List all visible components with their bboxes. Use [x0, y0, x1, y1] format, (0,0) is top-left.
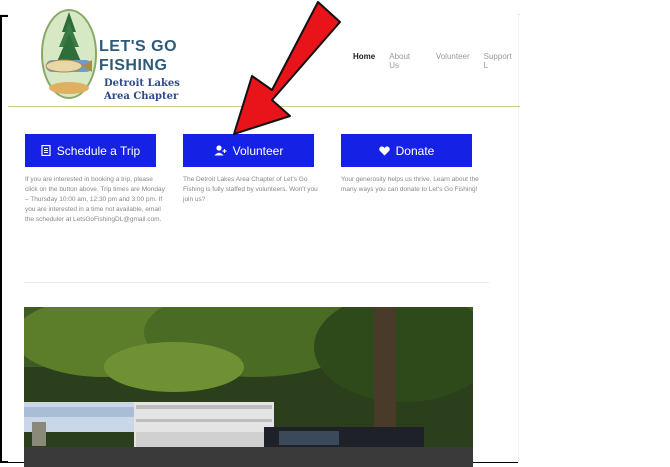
volunteer-label: Volunteer [232, 143, 284, 158]
nav-home[interactable]: Home [353, 52, 375, 70]
volunteer-description: The Detroit Lakes Area Chapter of Let's … [183, 176, 318, 203]
nav-support[interactable]: Support L [484, 52, 518, 70]
logo-emblem-icon [41, 9, 97, 99]
donate-button[interactable]: Donate [341, 134, 472, 167]
logo-subtitle-line1: Detroit Lakes [104, 78, 180, 89]
website-page: LET'S GO FISHING Detroit Lakes Area Chap… [8, 2, 520, 467]
heart-icon [378, 146, 390, 155]
logo-title-line2: FISHING [99, 57, 168, 74]
section-divider [24, 282, 489, 283]
pontoon-boat-photo [24, 307, 473, 467]
donate-description: Your generosity helps us thrive. Learn a… [341, 176, 479, 193]
volunteer-button[interactable]: Volunteer [183, 134, 314, 167]
schedule-trip-label: Schedule a Trip [56, 143, 141, 158]
schedule-trip-description: If you are interested in booking a trip,… [25, 176, 165, 223]
user-plus-icon [214, 145, 227, 156]
logo-title-line1: LET'S GO [99, 38, 178, 55]
main-navigation: Home About Us Volunteer Support L [353, 52, 518, 70]
schedule-trip-button[interactable]: Schedule a Trip [25, 134, 156, 167]
logo-subtitle-line2: Area Chapter [104, 91, 179, 102]
photo-scene [24, 307, 473, 467]
lets-go-fishing-logo[interactable]: LET'S GO FISHING Detroit Lakes Area Chap… [34, 2, 184, 106]
nav-about-us[interactable]: About Us [389, 52, 422, 70]
nav-volunteer[interactable]: Volunteer [436, 52, 470, 70]
donate-label: Donate [395, 143, 435, 158]
header-divider [8, 106, 520, 107]
document-icon [41, 145, 51, 156]
right-empty-pane [518, 15, 669, 463]
